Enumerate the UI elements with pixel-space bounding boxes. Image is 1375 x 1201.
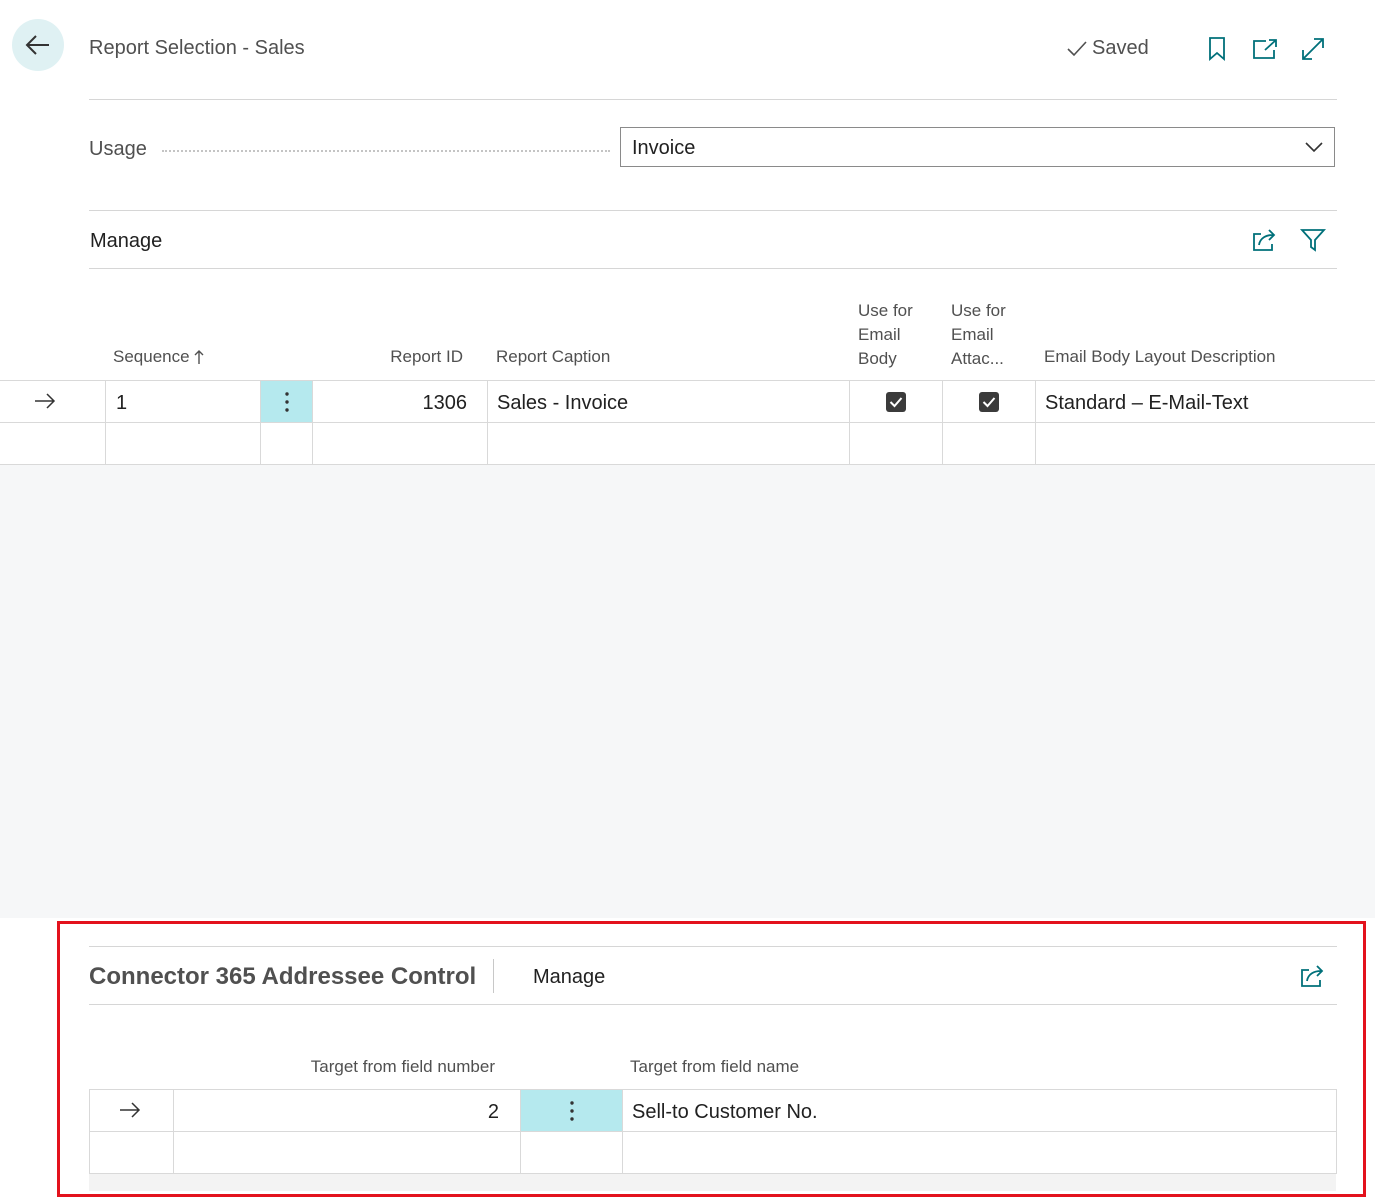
more-vertical-icon (569, 1100, 575, 1122)
col-header-use-email-attachment-line: Email (951, 325, 994, 344)
filter-icon (1300, 227, 1326, 253)
grid-line (173, 1089, 174, 1173)
col-header-use-email-attachment[interactable]: Use for Email Attac... (951, 299, 1006, 371)
expand-icon (1300, 36, 1326, 62)
addressee-bottom-divider (89, 1004, 1337, 1005)
cell-report-caption[interactable]: Sales - Invoice (497, 392, 628, 415)
grid-line (1336, 1089, 1337, 1173)
grid-line (622, 1089, 623, 1173)
col-header-use-email-body[interactable]: Use for Email Body (858, 299, 913, 371)
row-actions-button[interactable] (521, 1090, 622, 1131)
cell-report-id[interactable]: 1306 (330, 392, 468, 415)
grid-footer-strip (89, 1174, 1336, 1191)
cell-field-number[interactable]: 2 (180, 1101, 499, 1124)
col-header-field-number[interactable]: Target from field number (230, 1055, 495, 1079)
col-header-report-caption[interactable]: Report Caption (496, 345, 610, 369)
grid-line (105, 380, 106, 464)
open-new-window-icon (1252, 38, 1278, 60)
usage-dotted-leader (162, 150, 610, 152)
cell-sequence[interactable]: 1 (116, 392, 127, 415)
grid-line (849, 380, 850, 464)
row-actions-button[interactable] (261, 381, 312, 422)
check-icon (889, 396, 903, 408)
addressee-part-title: Connector 365 Addressee Control (89, 963, 477, 990)
current-row-arrow-icon (34, 393, 56, 409)
saved-status: Saved (1066, 37, 1149, 60)
grid-line (1035, 380, 1036, 464)
more-vertical-icon (284, 391, 290, 413)
bookmark-button[interactable] (1202, 34, 1232, 64)
page-title: Report Selection - Sales (89, 37, 305, 59)
grid-line (89, 1089, 90, 1173)
col-header-report-id[interactable]: Report ID (362, 345, 463, 369)
chevron-down-icon (1304, 140, 1324, 154)
col-header-sequence[interactable]: Sequence (113, 345, 204, 369)
usage-label: Usage (89, 138, 147, 160)
checkmark-icon (1066, 40, 1088, 58)
lines-top-divider (89, 210, 1337, 211)
lines-manage-menu[interactable]: Manage (90, 230, 162, 253)
checkbox-use-email-body[interactable] (886, 392, 906, 412)
usage-value: Invoice (632, 137, 696, 159)
bookmark-icon (1208, 37, 1226, 61)
lines-share-button[interactable] (1250, 225, 1280, 255)
header-divider (89, 99, 1337, 100)
addressee-top-divider (89, 946, 1337, 947)
empty-list-area (0, 465, 1375, 918)
grid-line (0, 380, 1375, 381)
col-header-use-email-body-line: Body (858, 349, 897, 368)
col-header-use-email-body-line: Email (858, 325, 901, 344)
usage-dropdown[interactable]: Invoice (620, 127, 1335, 167)
grid-line (0, 422, 1375, 423)
back-button[interactable] (12, 19, 64, 71)
col-header-email-body-layout[interactable]: Email Body Layout Description (1044, 345, 1276, 369)
cell-field-name[interactable]: Sell-to Customer No. (632, 1101, 818, 1124)
col-header-use-email-body-line: Use for (858, 301, 913, 320)
grid-line (487, 380, 488, 464)
arrow-left-icon (25, 34, 51, 56)
cell-email-body-layout-link[interactable]: Standard – E-Mail-Text (1045, 392, 1248, 415)
lines-filter-button[interactable] (1298, 225, 1328, 255)
saved-label: Saved (1092, 37, 1149, 59)
col-header-sequence-label: Sequence (113, 347, 190, 366)
lines-bottom-divider (89, 268, 1337, 269)
open-new-window-button[interactable] (1250, 34, 1280, 64)
addressee-share-button[interactable] (1298, 961, 1328, 991)
check-icon (982, 396, 996, 408)
col-header-use-email-attachment-line: Attac... (951, 349, 1004, 368)
addressee-manage-menu[interactable]: Manage (533, 966, 605, 989)
title-separator (493, 959, 494, 993)
grid-line (312, 380, 313, 464)
checkbox-use-email-attachment[interactable] (979, 392, 999, 412)
sort-ascending-icon (194, 349, 204, 365)
expand-button[interactable] (1298, 34, 1328, 64)
col-header-field-name[interactable]: Target from field name (630, 1055, 799, 1079)
current-row-arrow-icon (119, 1102, 141, 1118)
share-icon (1300, 964, 1326, 988)
share-icon (1252, 228, 1278, 252)
col-header-use-email-attachment-line: Use for (951, 301, 1006, 320)
grid-line (89, 1089, 1337, 1090)
grid-line (89, 1131, 1337, 1132)
grid-line (942, 380, 943, 464)
